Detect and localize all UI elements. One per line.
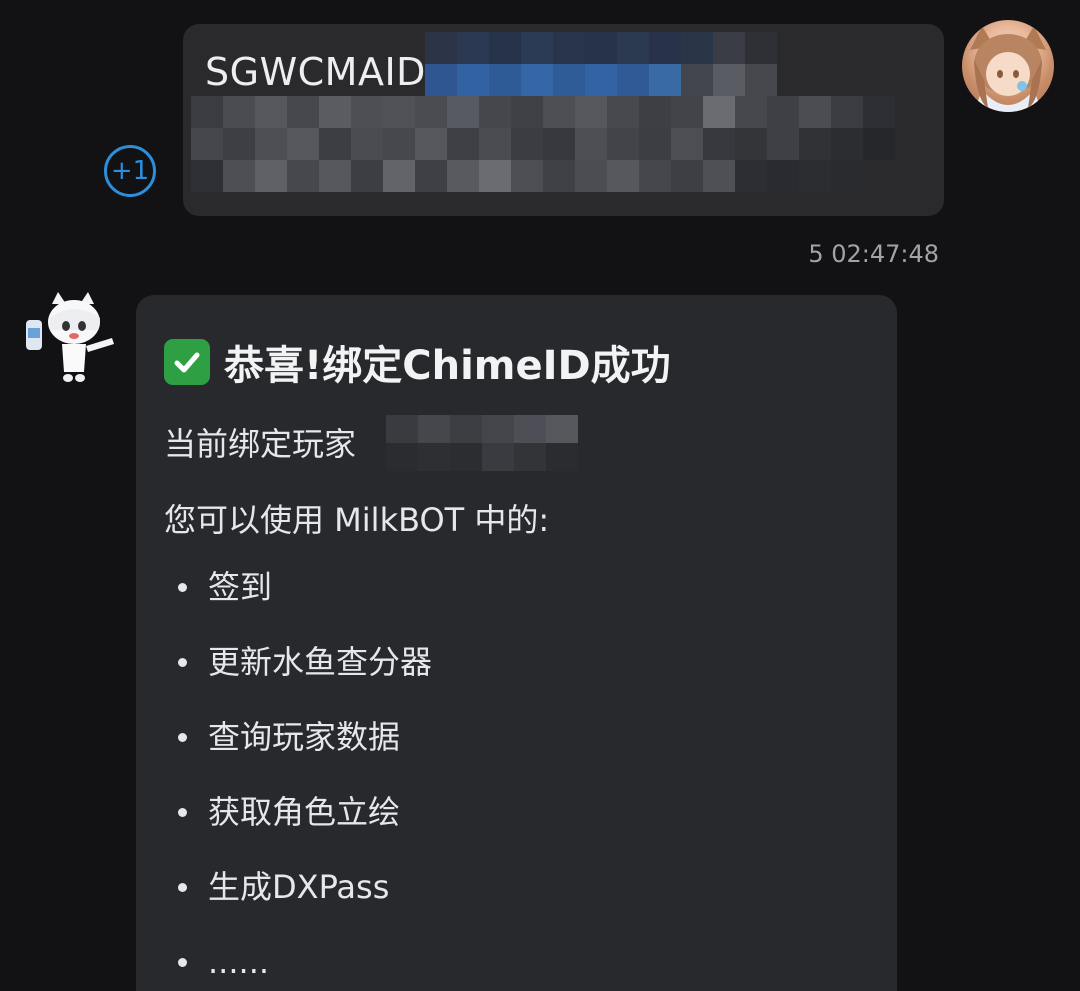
bind-success-title: 恭喜!绑定ChimeID成功 [164, 333, 671, 391]
plus-one-reaction-button[interactable]: +1 [104, 145, 156, 197]
user-avatar[interactable] [962, 20, 1054, 112]
list-item: 查询玩家数据 [176, 713, 432, 788]
outgoing-message-bubble[interactable]: SGWCMAID [183, 24, 944, 216]
check-mark-button-icon [164, 339, 210, 385]
list-item: ...... [176, 938, 432, 991]
chibi-cat-girl-avatar-icon [26, 292, 114, 382]
redacted-mosaic [191, 96, 895, 192]
redacted-player-name [386, 415, 578, 471]
maid-prefix-text: SGWCMAID [205, 50, 426, 94]
title-text: 恭喜!绑定ChimeID成功 [224, 343, 671, 389]
message-timestamp: 5 02:47:48 [808, 240, 939, 268]
list-item: 签到 [176, 563, 432, 638]
list-item: 更新水鱼查分器 [176, 638, 432, 713]
bot-avatar[interactable] [22, 290, 118, 386]
usage-intro: 您可以使用 MilkBOT 中的: [164, 501, 550, 539]
incoming-message-bubble[interactable]: 恭喜!绑定ChimeID成功 当前绑定玩家 您可以使用 MilkBOT 中的: … [136, 295, 897, 991]
chat-view: SGWCMAID +1 5 02:47:48 恭喜!绑定ChimeID成功 当前… [0, 0, 1080, 991]
current-player-label: 当前绑定玩家 [164, 425, 357, 463]
feature-list: 签到 更新水鱼查分器 查询玩家数据 获取角色立绘 生成DXPass ...... [176, 563, 432, 991]
redacted-mosaic [425, 32, 777, 96]
list-item: 生成DXPass [176, 863, 432, 938]
current-player-line: 当前绑定玩家 [164, 419, 356, 465]
list-item: 获取角色立绘 [176, 788, 432, 863]
anime-girl-avatar-icon [970, 26, 1046, 112]
